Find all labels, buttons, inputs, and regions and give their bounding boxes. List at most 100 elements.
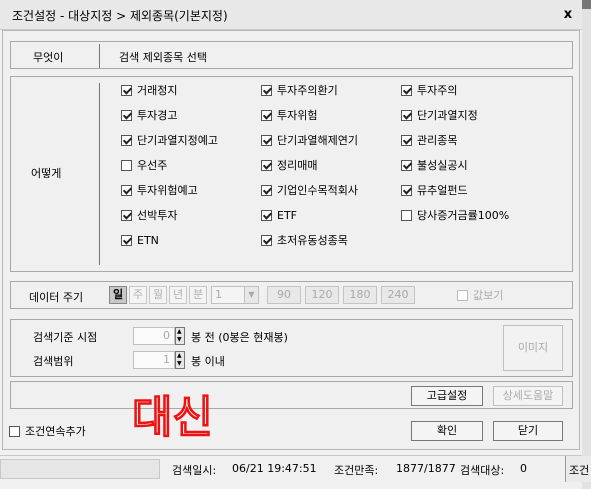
exclusion-option-label: 단기과열해제연기 — [277, 134, 358, 147]
exclusion-option-label: 단기과열지정예고 — [137, 134, 218, 147]
exclusion-option[interactable]: 정리매매 — [261, 157, 317, 173]
continuous-add-label: 조건연속추가 — [25, 425, 86, 438]
search-range-unit: 봉 이내 — [191, 355, 225, 368]
exclusion-option-box[interactable] — [121, 134, 132, 146]
exclusion-option-label: 기업인수목적회사 — [277, 184, 358, 197]
exclusion-option-box[interactable] — [121, 109, 132, 121]
exclusion-option[interactable]: 투자주의환기 — [261, 82, 338, 98]
search-range-input[interactable]: 1 — [133, 351, 175, 369]
minute-180-button[interactable]: 180 — [343, 286, 377, 304]
exclusion-option-box[interactable] — [121, 184, 132, 196]
period-unit-week[interactable]: 주 — [129, 286, 147, 304]
exclusion-option[interactable]: 투자위험예고 — [121, 182, 198, 198]
exclusion-option-label: 투자주의 — [417, 84, 458, 97]
what-panel: 무엇이 검색 제외종목 선택 — [10, 41, 573, 69]
exclusion-option-box[interactable] — [261, 84, 272, 96]
exclusion-option-box[interactable] — [401, 159, 412, 171]
exclusion-option[interactable]: 당사증거금률100% — [401, 207, 509, 223]
close-button[interactable]: 닫기 — [493, 421, 563, 441]
exclusion-option-box[interactable] — [121, 84, 132, 96]
period-panel: 데이터 주기 일 주 월 년 분 1 ▼ 90 120 180 240 값보기 — [10, 281, 573, 309]
exclusion-option-box[interactable] — [261, 234, 272, 246]
target-value: 0 — [520, 462, 527, 475]
search-range-label: 검색범위 — [33, 355, 74, 368]
close-icon[interactable]: x — [560, 8, 576, 22]
image-button[interactable]: 이미지 — [503, 325, 563, 371]
exclusion-option[interactable]: ETF — [261, 207, 297, 223]
chevron-down-icon[interactable]: ▼ — [244, 287, 258, 303]
exclusion-option-label: ETF — [277, 208, 297, 222]
exclusion-option-label: ETN — [137, 233, 159, 247]
edge-marker — [582, 0, 591, 9]
how-separator — [99, 83, 100, 265]
period-unit-year[interactable]: 년 — [169, 286, 187, 304]
exclusion-option[interactable]: 불성실공시 — [401, 157, 468, 173]
exclusion-option[interactable]: 선박투자 — [121, 207, 177, 223]
period-unit-day[interactable]: 일 — [109, 286, 127, 304]
exclusion-option[interactable]: 단기과열지정 — [401, 107, 478, 123]
background-window-edge — [582, 0, 591, 489]
exclusion-option[interactable]: 단기과열지정예고 — [121, 132, 218, 148]
minute-240-button[interactable]: 240 — [381, 286, 415, 304]
exclusion-option-box[interactable] — [261, 209, 272, 221]
period-label: 데이터 주기 — [29, 291, 84, 304]
exclusion-option-box[interactable] — [121, 209, 132, 221]
exclusion-option-box[interactable] — [261, 159, 272, 171]
exclusion-option-box[interactable] — [401, 134, 412, 146]
base-point-input[interactable]: 0 — [133, 327, 175, 345]
base-point-stepper[interactable]: ▲ ▼ — [175, 327, 185, 345]
fixed-value-box[interactable] — [457, 289, 468, 301]
window-title: 조건설정 - 대상지정 > 제외종목(기본지정) — [12, 9, 228, 23]
minute-90-button[interactable]: 90 — [267, 286, 301, 304]
exclusion-option-box[interactable] — [401, 84, 412, 96]
exclusion-option[interactable]: 초저유동성종목 — [261, 232, 348, 248]
ok-button[interactable]: 확인 — [411, 421, 483, 441]
exclusion-option-box[interactable] — [401, 209, 412, 221]
advanced-settings-button[interactable]: 고급설정 — [411, 386, 483, 406]
exclusion-option-label: 정리매매 — [277, 159, 318, 172]
base-point-unit: 봉 전 (0봉은 현재봉) — [191, 331, 288, 344]
what-value: 검색 제외종목 선택 — [119, 51, 207, 64]
exclusion-option-box[interactable] — [121, 159, 132, 171]
exclusion-option[interactable]: ETN — [121, 232, 159, 248]
target-label: 검색대상: — [460, 464, 505, 477]
exclusion-option-box[interactable] — [261, 184, 272, 196]
exclusion-option-box[interactable] — [121, 234, 132, 246]
fixed-value-checkbox[interactable]: 값보기 — [457, 287, 503, 303]
exclusion-option-label: 투자위험 — [277, 109, 318, 122]
exclusion-option[interactable]: 관리종목 — [401, 132, 457, 148]
exclusion-option[interactable]: 투자주의 — [401, 82, 457, 98]
exclusion-option[interactable]: 기업인수목적회사 — [261, 182, 358, 198]
exclusion-option[interactable]: 투자위험 — [261, 107, 317, 123]
exclusion-option-box[interactable] — [401, 109, 412, 121]
match-value: 1877/1877 — [396, 462, 456, 475]
continuous-add-box[interactable] — [9, 425, 20, 437]
exclusion-option-label: 투자주의환기 — [277, 84, 338, 97]
minute-select[interactable]: 1 ▼ — [211, 286, 259, 304]
exclusion-option-box[interactable] — [261, 109, 272, 121]
title-bar: 조건설정 - 대상지정 > 제외종목(기본지정) x — [0, 0, 582, 30]
exclusion-option-label: 관리종목 — [417, 134, 458, 147]
exclusion-option[interactable]: 우선주 — [121, 157, 167, 173]
exclusion-option-label: 거래정지 — [137, 84, 178, 97]
period-unit-minute[interactable]: 분 — [189, 286, 207, 304]
minute-120-button[interactable]: 120 — [305, 286, 339, 304]
search-time-value: 06/21 19:47:51 — [232, 462, 317, 475]
what-label: 무엇이 — [33, 51, 64, 64]
continuous-add-checkbox[interactable]: 조건연속추가 — [9, 423, 86, 439]
exclusion-option[interactable]: 단기과열해제연기 — [261, 132, 358, 148]
exclusion-option-label: 투자경고 — [137, 109, 178, 122]
exclusion-option-label: 당사증거금률100% — [417, 209, 510, 222]
status-edge-text: 조건 — [569, 464, 590, 477]
status-bar: 검색일시: 06/21 19:47:51 조건만족: 1877/1877 검색대… — [0, 455, 591, 482]
exclusion-option[interactable]: 투자경고 — [121, 107, 177, 123]
exclusion-option[interactable]: 거래정지 — [121, 82, 177, 98]
exclusion-option-box[interactable] — [401, 184, 412, 196]
exclusion-option-label: 단기과열지정 — [417, 109, 478, 122]
search-range-stepper[interactable]: ▲ ▼ — [175, 351, 185, 369]
detailed-help-button[interactable]: 상세도움말 — [493, 386, 563, 406]
match-label: 조건만족: — [334, 464, 379, 477]
period-unit-month[interactable]: 월 — [149, 286, 167, 304]
exclusion-option[interactable]: 뮤추얼펀드 — [401, 182, 468, 198]
exclusion-option-box[interactable] — [261, 134, 272, 146]
